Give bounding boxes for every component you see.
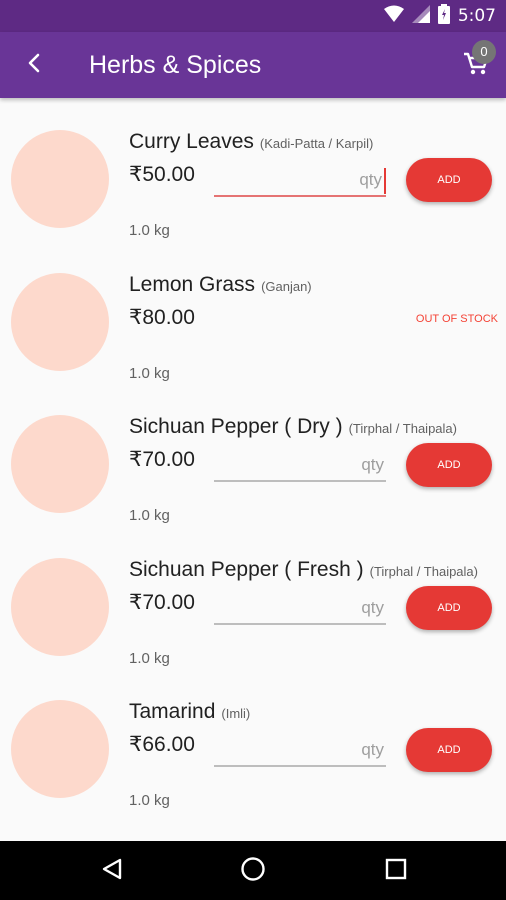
product-item: Lemon Grass (Ganjan) ₹80.00 OUT OF STOCK …	[0, 243, 506, 386]
product-list: Curry Leaves (Kadi-Patta / Karpil) ₹50.00…	[0, 100, 506, 841]
text-cursor	[384, 168, 386, 194]
product-image	[11, 557, 109, 656]
product-item: Tamarind (Imli) ₹66.00 qty ADD 1.0 kg	[0, 670, 506, 813]
product-item: Sichuan Pepper ( Dry ) (Tirphal / Thaipal…	[0, 385, 506, 528]
product-unit: 1.0 kg	[129, 364, 170, 382]
product-name: Lemon Grass	[129, 272, 256, 296]
nav-recents-button[interactable]	[380, 855, 412, 887]
wifi-icon	[383, 5, 404, 28]
qty-placeholder: qty	[361, 740, 384, 759]
nav-back-icon	[100, 857, 124, 886]
product-image	[11, 272, 109, 371]
nav-recents-icon	[385, 858, 407, 885]
add-button[interactable]: ADD	[406, 585, 492, 630]
app-bar: Herbs & Spices 0	[0, 32, 506, 98]
product-price: ₹80.00	[129, 305, 195, 329]
status-time: 5:07	[457, 6, 496, 26]
product-alt-name: (Ganjan)	[261, 278, 312, 294]
product-alt-name: (Tirphal / Thaipala)	[369, 563, 478, 579]
product-unit: 1.0 kg	[129, 649, 170, 667]
out-of-stock-label: OUT OF STOCK	[415, 312, 498, 325]
product-unit: 1.0 kg	[129, 792, 170, 809]
status-bar: 5:07	[0, 0, 506, 32]
add-button[interactable]: ADD	[406, 728, 492, 772]
add-button[interactable]: ADD	[406, 443, 492, 487]
qty-placeholder: qty	[361, 597, 384, 617]
nav-back-button[interactable]	[96, 855, 128, 887]
page-title: Herbs & Spices	[89, 51, 262, 79]
product-price: ₹70.00	[129, 590, 195, 614]
product-name: Tamarind	[129, 700, 216, 723]
product-name: Curry Leaves	[129, 130, 254, 153]
product-price: ₹66.00	[129, 733, 195, 756]
product-image	[11, 415, 109, 513]
product-name: Sichuan Pepper ( Fresh )	[129, 557, 364, 581]
qty-placeholder: qty	[359, 170, 382, 189]
product-alt-name: (Imli)	[221, 706, 251, 721]
nav-home-button[interactable]	[237, 855, 269, 887]
nav-home-icon	[240, 856, 266, 887]
product-alt-name: (Tirphal / Thaipala)	[348, 421, 457, 436]
system-nav-bar	[0, 841, 506, 900]
battery-icon	[437, 3, 450, 29]
product-unit: 1.0 kg	[129, 507, 170, 524]
cart-count-badge: 0	[472, 40, 496, 64]
qty-input[interactable]: qty	[214, 166, 386, 197]
back-arrow-icon	[27, 53, 41, 78]
qty-input[interactable]: qty	[214, 736, 386, 767]
cart-icon	[462, 52, 490, 82]
product-price: ₹50.00	[129, 163, 195, 186]
product-item: Sichuan Pepper ( Fresh ) (Tirphal / Thaip…	[0, 528, 506, 671]
product-alt-name: (Kadi-Patta / Karpil)	[259, 136, 374, 151]
product-item: Curry Leaves (Kadi-Patta / Karpil) ₹50.00…	[0, 100, 506, 243]
back-button[interactable]	[18, 49, 50, 81]
qty-input[interactable]: qty	[214, 594, 386, 625]
product-price: ₹70.00	[129, 448, 195, 471]
add-button[interactable]: ADD	[406, 158, 492, 202]
product-image	[11, 700, 109, 798]
product-image	[11, 130, 109, 228]
qty-placeholder: qty	[361, 455, 384, 474]
qty-input[interactable]: qty	[214, 451, 386, 482]
product-unit: 1.0 kg	[129, 222, 170, 239]
product-name: Sichuan Pepper ( Dry )	[129, 415, 343, 438]
signal-icon	[411, 4, 430, 28]
